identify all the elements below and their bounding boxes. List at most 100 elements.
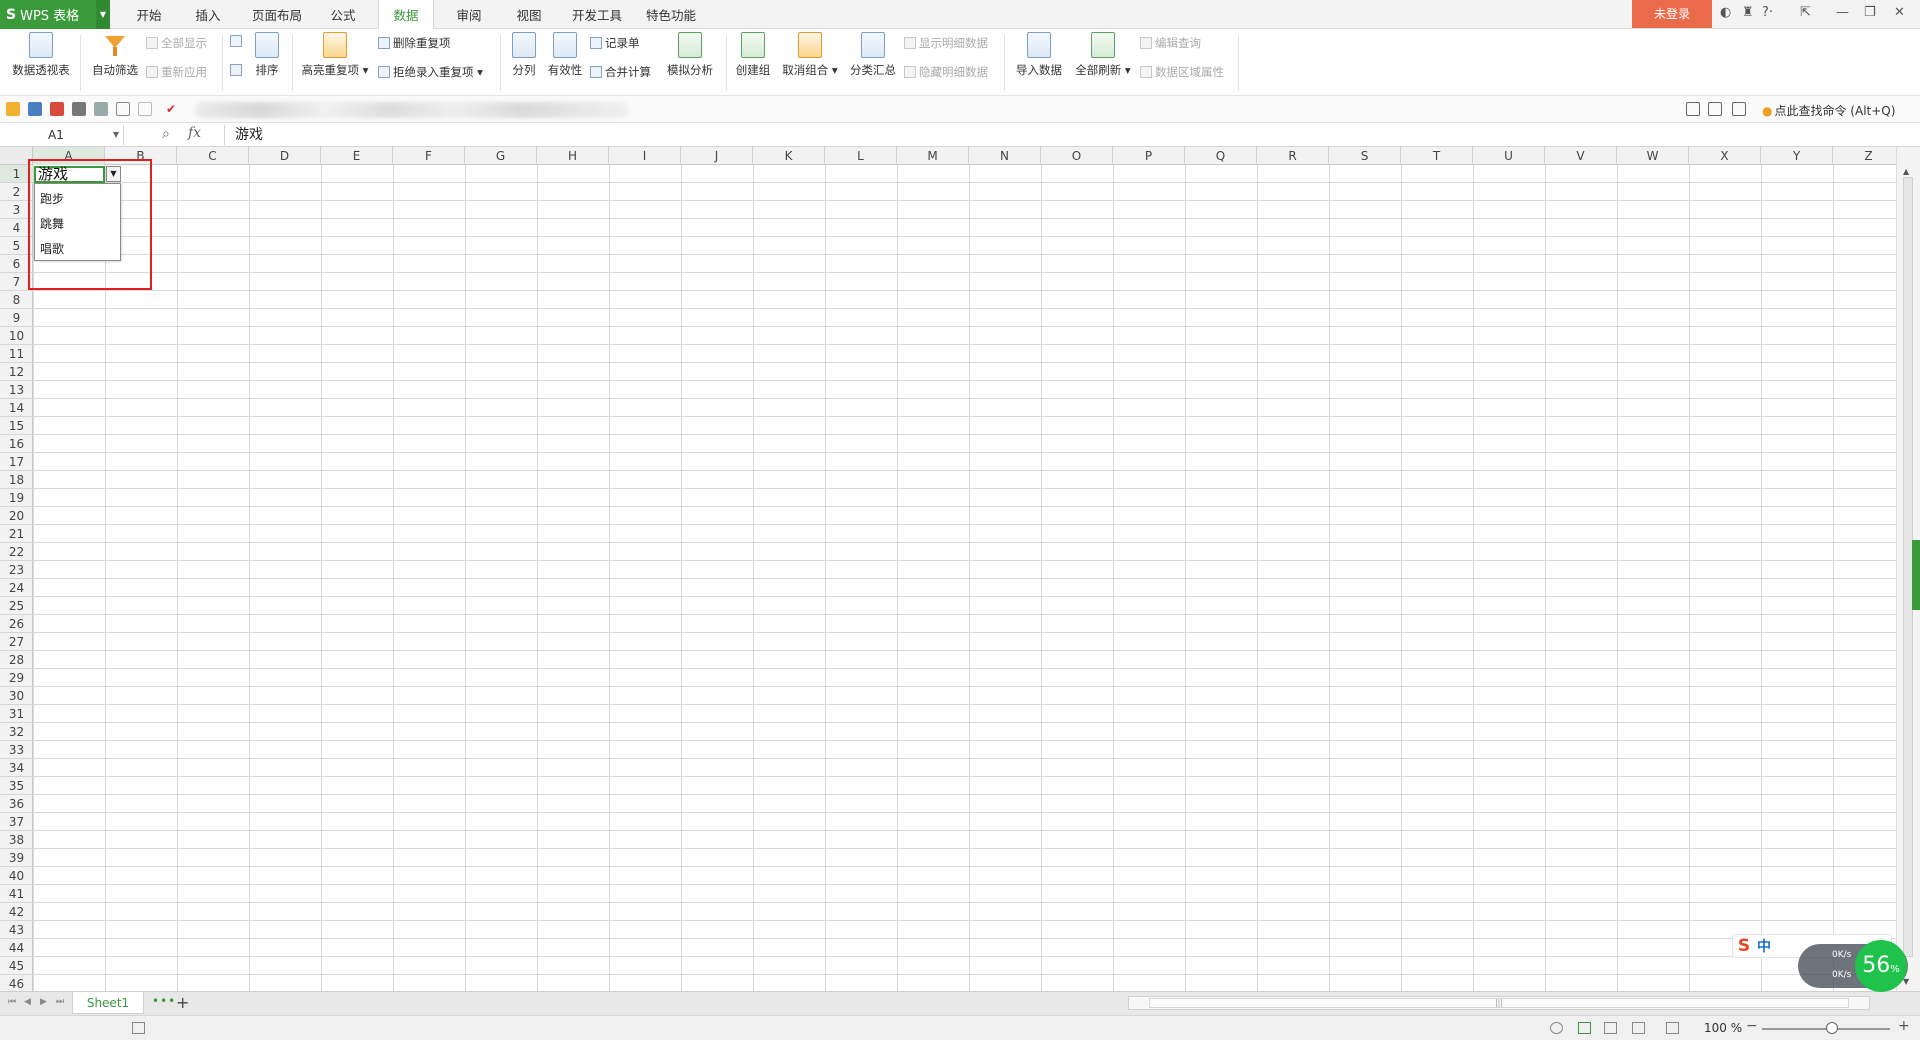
page-break-view-icon[interactable]: [1604, 1022, 1617, 1034]
tab-page-layout[interactable]: 页面布局: [244, 0, 310, 29]
column-header-c[interactable]: C: [177, 147, 249, 165]
row-header-35[interactable]: 35: [0, 777, 33, 795]
row-header-28[interactable]: 28: [0, 651, 33, 669]
horizontal-scroll-thumb[interactable]: |||: [1149, 998, 1849, 1008]
zoom-out-icon[interactable]: −: [1746, 1018, 1758, 1034]
row-header-3[interactable]: 3: [0, 201, 33, 219]
tab-insert[interactable]: 插入: [185, 0, 231, 29]
row-header-37[interactable]: 37: [0, 813, 33, 831]
export-pdf-icon[interactable]: [50, 102, 64, 116]
column-header-f[interactable]: F: [393, 147, 465, 165]
split-column-button[interactable]: 分列: [508, 32, 540, 78]
macro-icon[interactable]: [132, 1022, 145, 1034]
row-header-30[interactable]: 30: [0, 687, 33, 705]
zoom-slider-handle[interactable]: [1826, 1022, 1838, 1034]
row-header-1[interactable]: 1: [0, 165, 33, 183]
row-header-10[interactable]: 10: [0, 327, 33, 345]
side-panel-toggle[interactable]: [1912, 540, 1920, 610]
row-header-32[interactable]: 32: [0, 723, 33, 741]
tab-review[interactable]: 审阅: [446, 0, 492, 29]
reject-duplicates-button[interactable]: 拒绝录入重复项 ▾: [378, 64, 483, 80]
row-header-14[interactable]: 14: [0, 399, 33, 417]
row-header-6[interactable]: 6: [0, 255, 33, 273]
print-icon[interactable]: [72, 102, 86, 116]
close-icon[interactable]: ✕: [1894, 5, 1905, 20]
row-header-44[interactable]: 44: [0, 939, 33, 957]
tab-formulas[interactable]: 公式: [320, 0, 366, 29]
row-header-5[interactable]: 5: [0, 237, 33, 255]
range-properties-button[interactable]: 数据区域属性: [1140, 64, 1224, 80]
column-header-i[interactable]: I: [609, 147, 681, 165]
tab-data[interactable]: 数据: [378, 0, 434, 30]
cell-a1[interactable]: 游戏: [34, 166, 105, 183]
login-button[interactable]: 未登录: [1632, 0, 1712, 28]
minimize-icon[interactable]: —: [1836, 5, 1849, 20]
help-icon[interactable]: ?·: [1762, 5, 1773, 20]
command-search[interactable]: ● 点此查找命令 (Alt+Q): [1762, 102, 1895, 119]
open-folder-icon[interactable]: [6, 102, 20, 116]
chevron-down-icon[interactable]: ▼: [96, 0, 110, 29]
page-layout-view-icon[interactable]: [1632, 1022, 1645, 1034]
app-menu-button[interactable]: S WPS 表格 ▼: [0, 0, 110, 29]
column-header-e[interactable]: E: [321, 147, 393, 165]
skin-icon[interactable]: ◐: [1720, 5, 1731, 20]
zoom-level[interactable]: 100 %: [1704, 1021, 1742, 1035]
spreadsheet-grid[interactable]: ABCDEFGHIJKLMNOPQRSTUVWXYZ 1 2 3 4 5 6 7 8 9 10 11…: [0, 147, 1896, 991]
shirt-icon[interactable]: ♜: [1742, 5, 1754, 20]
next-sheet-icon[interactable]: ▶: [40, 997, 47, 1007]
show-all-button[interactable]: 全部显示: [146, 35, 207, 51]
create-group-button[interactable]: 创建组: [732, 32, 774, 78]
reading-mode-icon[interactable]: [1666, 1022, 1679, 1034]
row-header-20[interactable]: 20: [0, 507, 33, 525]
highlight-duplicates-button[interactable]: 高亮重复项 ▾: [298, 32, 372, 78]
normal-view-icon[interactable]: [1578, 1022, 1591, 1034]
row-header-9[interactable]: 9: [0, 309, 33, 327]
column-header-b[interactable]: B: [105, 147, 177, 165]
horizontal-scrollbar[interactable]: |||: [1128, 996, 1870, 1010]
row-header-17[interactable]: 17: [0, 453, 33, 471]
tab-view[interactable]: 视图: [506, 0, 552, 29]
column-header-z[interactable]: Z: [1833, 147, 1896, 165]
column-header-x[interactable]: X: [1689, 147, 1761, 165]
settings-icon[interactable]: [1732, 102, 1746, 116]
tab-developer[interactable]: 开发工具: [566, 0, 628, 29]
formula-input[interactable]: 游戏: [224, 125, 1914, 145]
row-header-46[interactable]: 46: [0, 975, 33, 991]
row-header-36[interactable]: 36: [0, 795, 33, 813]
column-header-o[interactable]: O: [1041, 147, 1113, 165]
column-header-r[interactable]: R: [1257, 147, 1329, 165]
column-header-k[interactable]: K: [753, 147, 825, 165]
scroll-up-icon[interactable]: ▲: [1903, 167, 1909, 176]
dropdown-option[interactable]: 唱歌: [40, 240, 64, 257]
name-box[interactable]: A1 ▼: [0, 125, 124, 145]
column-header-m[interactable]: M: [897, 147, 969, 165]
column-header-n[interactable]: N: [969, 147, 1041, 165]
column-header-d[interactable]: D: [249, 147, 321, 165]
dropdown-option[interactable]: 跑步: [40, 190, 64, 207]
add-sheet-icon[interactable]: +: [176, 993, 189, 1012]
column-header-j[interactable]: J: [681, 147, 753, 165]
row-header-16[interactable]: 16: [0, 435, 33, 453]
dropdown-arrow-button[interactable]: ▼: [106, 166, 121, 182]
column-header-t[interactable]: T: [1401, 147, 1473, 165]
ungroup-button[interactable]: 取消组合 ▾: [780, 32, 840, 78]
row-header-43[interactable]: 43: [0, 921, 33, 939]
row-header-41[interactable]: 41: [0, 885, 33, 903]
restore-ribbon-icon[interactable]: ⇱: [1800, 5, 1811, 20]
select-all-corner[interactable]: [0, 147, 33, 165]
history-icon[interactable]: [1550, 1022, 1563, 1034]
row-header-34[interactable]: 34: [0, 759, 33, 777]
row-header-7[interactable]: 7: [0, 273, 33, 291]
row-header-18[interactable]: 18: [0, 471, 33, 489]
more-sheets-icon[interactable]: •••: [152, 994, 176, 1008]
undo-icon[interactable]: [116, 102, 130, 116]
row-header-45[interactable]: 45: [0, 957, 33, 975]
subtotal-button[interactable]: 分类汇总: [846, 32, 900, 78]
row-header-27[interactable]: 27: [0, 633, 33, 651]
tab-special[interactable]: 特色功能: [640, 0, 702, 29]
record-form-button[interactable]: 记录单: [590, 35, 640, 51]
sort-button[interactable]: 排序: [250, 32, 284, 78]
row-header-2[interactable]: 2: [0, 183, 33, 201]
validity-button[interactable]: 有效性: [544, 32, 586, 78]
row-header-11[interactable]: 11: [0, 345, 33, 363]
